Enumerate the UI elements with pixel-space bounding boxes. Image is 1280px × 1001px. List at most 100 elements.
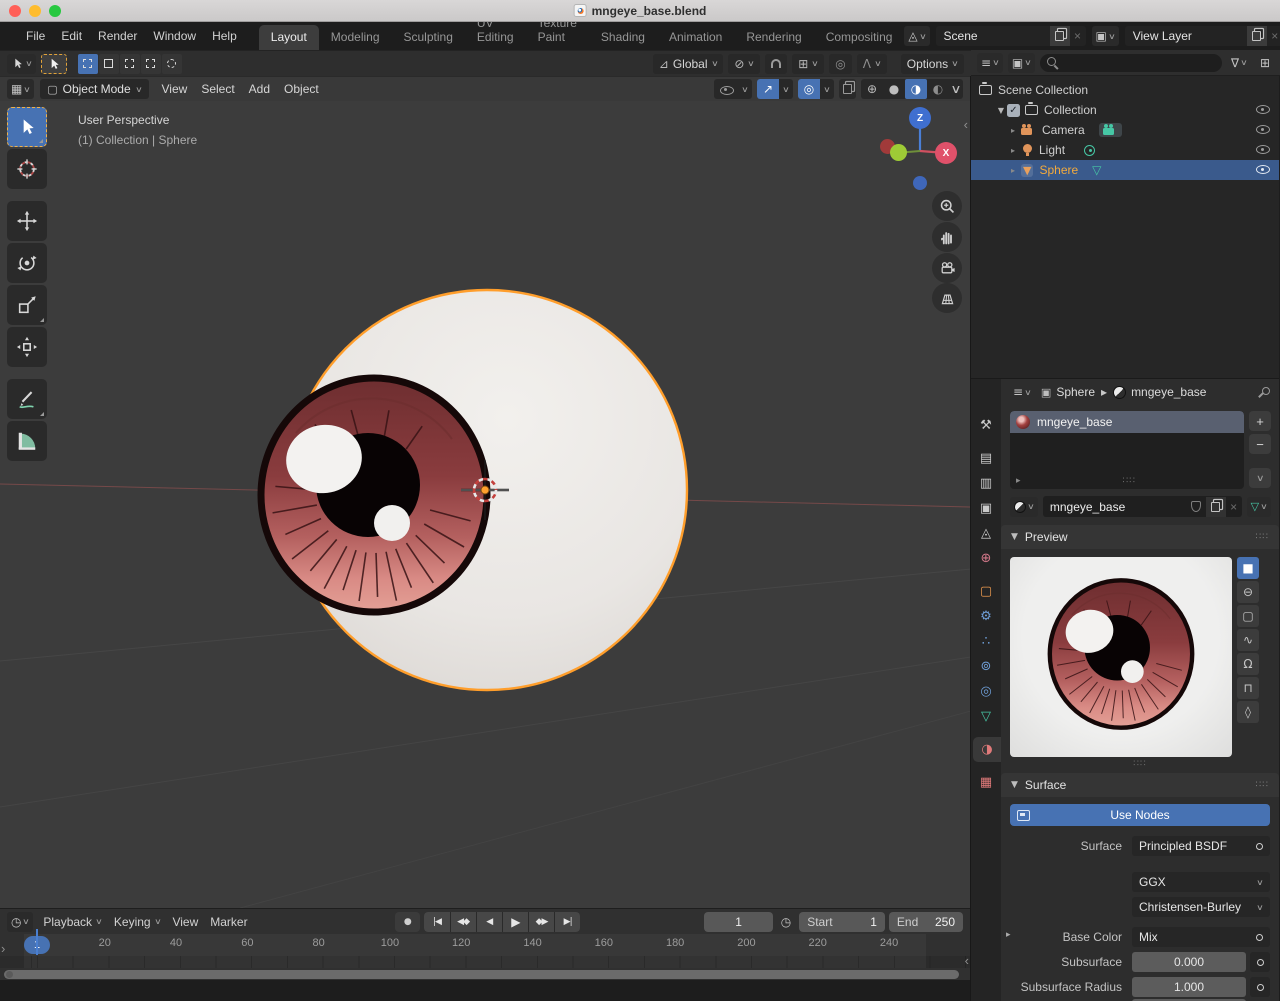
zoom-window-button[interactable] <box>49 5 61 17</box>
outliner-row-light[interactable]: ▸Light <box>971 140 1279 160</box>
next-keyframe-button[interactable]: ◆▶ <box>529 912 554 932</box>
panel-grip[interactable]: ∷∷ <box>1256 532 1269 542</box>
properties-tab-scene[interactable]: ◬ <box>971 521 1001 546</box>
close-window-button[interactable] <box>9 5 21 17</box>
proportional-falloff-dropdown[interactable]: Λ∨ <box>857 54 887 74</box>
hide-in-viewport-toggle[interactable] <box>1255 121 1270 139</box>
filter-dropdown[interactable]: ∇∨ <box>1227 53 1251 73</box>
outliner-row-collection[interactable]: ▼✓ Collection <box>971 100 1279 120</box>
new-view-layer-button[interactable] <box>1247 26 1267 46</box>
preview-resize-grip[interactable]: ∷∷ <box>1001 759 1279 771</box>
timeline-menu-keying[interactable]: Keying∨ <box>108 913 167 931</box>
prev-keyframe-button[interactable]: ◀◆ <box>451 912 476 932</box>
camera-data-badge[interactable] <box>1099 123 1122 137</box>
play-reverse-button[interactable]: ◀ <box>477 912 502 932</box>
slot-specials-dropdown[interactable]: ∨ <box>1249 468 1271 488</box>
zoom-view-button[interactable] <box>932 191 962 221</box>
viewport-menu-view[interactable]: View <box>155 80 195 98</box>
scene-name[interactable]: Scene <box>936 29 1050 43</box>
active-tool-dropdown[interactable]: ∨ <box>7 54 36 74</box>
viewport-3d[interactable]: User Perspective (1) Collection | Sphere <box>0 101 970 908</box>
gizmo-z-axis[interactable]: Z <box>909 107 931 129</box>
properties-tab-view-layer[interactable]: ▣ <box>971 496 1001 521</box>
collection-checkbox[interactable]: ✓ <box>1007 104 1020 117</box>
view-layer-field[interactable]: View Layer × <box>1125 26 1280 46</box>
workspace-tab-rendering[interactable]: Rendering <box>734 25 813 50</box>
select-mode-intersect[interactable] <box>162 54 182 74</box>
shading-material-preview-button[interactable]: ◑ <box>905 79 927 99</box>
select-mode-set[interactable] <box>78 54 98 74</box>
expand-arrow-icon[interactable]: ▸ <box>1011 146 1021 155</box>
outliner-editor-type-dropdown[interactable]: ≡∨ <box>977 53 1003 73</box>
row-expander-icon[interactable]: ▸ <box>1006 930 1011 940</box>
properties-tab-physics[interactable]: ⊚ <box>971 654 1001 679</box>
preview-type-sphere[interactable]: ⊖ <box>1237 581 1259 603</box>
light-data-badge[interactable] <box>1079 143 1100 158</box>
mesh-data-icon[interactable]: ▽ <box>1092 163 1101 177</box>
object-visibility-dropdown[interactable]: ∨ <box>714 79 752 99</box>
mode-dropdown[interactable]: ▢ Object Mode ∨ <box>40 79 148 99</box>
hide-in-viewport-toggle[interactable] <box>1255 101 1270 119</box>
timeline-ruler[interactable]: 1 20406080100120140160180200220240 <box>0 934 970 956</box>
properties-tab-modifiers[interactable]: ⚙ <box>971 604 1001 629</box>
frame-end-field[interactable]: End 250 <box>889 912 963 932</box>
select-mode-extend[interactable] <box>99 54 119 74</box>
outliner-item-name[interactable]: Camera <box>1042 123 1085 137</box>
shading-rendered-button[interactable]: ◐ <box>927 82 949 96</box>
playhead[interactable] <box>36 929 38 955</box>
preview-panel-header[interactable]: ▼ Preview ∷∷ <box>1001 525 1279 549</box>
shading-solid-button[interactable]: ● <box>883 82 905 96</box>
disclosure-triangle-icon[interactable]: ▼ <box>995 106 1007 115</box>
select-mode-subtract[interactable] <box>120 54 140 74</box>
scene-name-field[interactable]: Scene × <box>936 26 1086 46</box>
menu-help[interactable]: Help <box>204 26 245 46</box>
shading-dropdown[interactable]: ∨ <box>947 82 965 96</box>
slot-specials-arrow[interactable]: ▸ <box>1016 476 1021 486</box>
menu-window[interactable]: Window <box>145 26 204 46</box>
jump-start-button[interactable]: |◀ <box>424 912 449 932</box>
scrollbar-thumb[interactable] <box>4 970 959 979</box>
use-preview-range-toggle[interactable]: ◷ <box>777 912 795 932</box>
select-mode-invert[interactable] <box>141 54 161 74</box>
hide-in-viewport-toggle[interactable] <box>1255 161 1270 179</box>
breadcrumb-material[interactable]: mngeye_base <box>1113 385 1206 399</box>
snap-toggle[interactable] <box>765 54 787 74</box>
material-name[interactable]: mngeye_base <box>1050 500 1191 514</box>
surface-panel-header[interactable]: ▼ Surface ∷∷ <box>1001 773 1279 797</box>
new-scene-button[interactable] <box>1050 26 1070 46</box>
xray-toggle[interactable] <box>839 79 856 99</box>
workspace-tab-modeling[interactable]: Modeling <box>319 25 392 50</box>
proportional-edit-toggle[interactable]: ◎ <box>829 54 851 74</box>
pivot-point-dropdown[interactable]: ⊘∨ <box>728 54 760 74</box>
transform-orientation-dropdown[interactable]: ⊿ Global ∨ <box>653 54 724 74</box>
options-dropdown[interactable]: Options∨ <box>901 54 964 74</box>
gizmo-y-axis[interactable] <box>890 144 907 161</box>
browse-material-dropdown[interactable]: ∨ <box>1010 497 1038 517</box>
outliner-row-camera[interactable]: ▸Camera <box>971 120 1279 140</box>
remove-slot-button[interactable]: − <box>1249 434 1271 454</box>
gizmo-x-axis[interactable]: X <box>935 142 957 164</box>
timeline-scrollbar[interactable] <box>0 968 970 981</box>
unlink-scene-button[interactable]: × <box>1070 29 1086 43</box>
toggle-perspective-button[interactable] <box>932 283 962 313</box>
outliner-item-name[interactable]: Scene Collection <box>998 83 1088 97</box>
active-tool-button[interactable] <box>41 54 67 74</box>
workspace-tab-compositing[interactable]: Compositing <box>814 25 905 50</box>
outliner-item-name[interactable]: Collection <box>1044 103 1097 117</box>
workspace-tab-shading[interactable]: Shading <box>589 25 657 50</box>
preview-type-fluid[interactable]: ◊ <box>1237 701 1259 723</box>
socket-button[interactable] <box>1250 977 1270 997</box>
fake-user-shield-icon[interactable] <box>1191 501 1201 512</box>
add-slot-button[interactable]: + <box>1249 411 1271 431</box>
shading-wireframe-button[interactable]: ⊕ <box>861 82 883 96</box>
properties-tab-object-data[interactable]: ▽ <box>971 704 1001 729</box>
properties-editor-type-dropdown[interactable]: ≡∨ <box>1009 382 1035 402</box>
resize-grip[interactable]: ∷∷ <box>1123 476 1136 486</box>
outliner-search[interactable] <box>1040 54 1222 72</box>
search-input[interactable] <box>1063 57 1215 69</box>
pan-view-button[interactable] <box>932 222 962 252</box>
viewport-editor-type-dropdown[interactable]: ▦∨ <box>7 79 34 99</box>
tool-measure[interactable] <box>7 421 47 461</box>
preview-type-flat[interactable]: ■ <box>1237 557 1259 579</box>
menu-file[interactable]: File <box>18 26 53 46</box>
